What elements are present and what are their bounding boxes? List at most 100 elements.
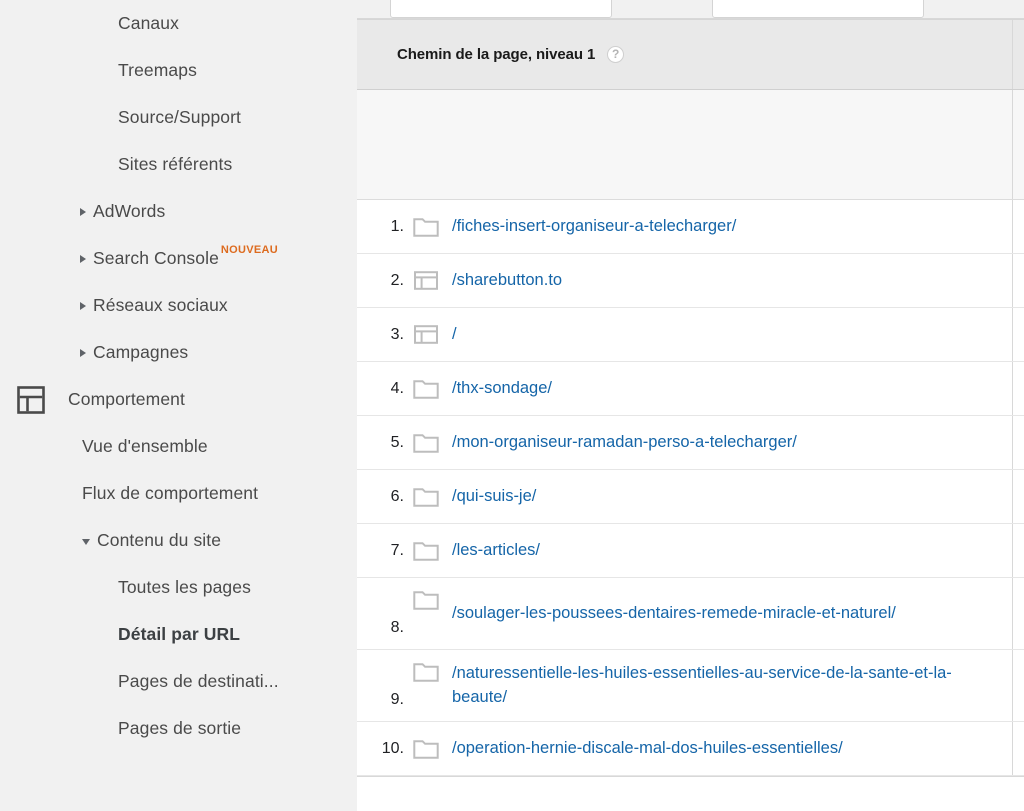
sidebar-item-label: Search Console (93, 248, 219, 268)
sidebar-item-label: Pages de sortie (118, 718, 242, 738)
column-divider (1012, 254, 1013, 307)
column-divider (1012, 524, 1013, 577)
row-index: 2. (390, 271, 404, 289)
page-path-link[interactable]: /sharebutton.to (452, 269, 570, 293)
page-icon (414, 271, 438, 290)
sidebar-item-comportement[interactable]: Comportement (0, 376, 357, 423)
row-index: 3. (390, 325, 404, 343)
sidebar-item-canaux[interactable]: Canaux (0, 0, 357, 47)
sidebar-item-label: Sites référents (118, 154, 233, 174)
filter-input-primary[interactable] (390, 0, 612, 18)
sidebar-item-label: Contenu du site (97, 530, 222, 550)
page-path-link[interactable]: /les-articles/ (452, 539, 548, 563)
table-row: 3. / (357, 308, 1024, 362)
row-index: 6. (390, 487, 404, 505)
page-path-link[interactable]: /soulager-les-poussees-dentaires-remede-… (452, 602, 904, 626)
table-bottom-border (357, 776, 1024, 777)
sidebar-item-label: Toutes les pages (118, 577, 251, 597)
sidebar-item-label: Réseaux sociaux (93, 295, 228, 315)
row-index: 1. (390, 217, 404, 235)
row-index: 8. (390, 619, 404, 636)
sidebar-item-sites-r-f-rents[interactable]: Sites référents (0, 141, 357, 188)
column-divider (1012, 362, 1013, 415)
filter-input-secondary[interactable] (712, 0, 924, 18)
folder-icon (413, 591, 439, 610)
sidebar-item-source-support[interactable]: Source/Support (0, 94, 357, 141)
folder-icon (413, 380, 439, 399)
data-table: Chemin de la page, niveau 1 ? 1. /fiches-… (357, 19, 1024, 777)
column-divider (1012, 650, 1013, 721)
row-index: 4. (390, 379, 404, 397)
left-navigation-sidebar: Canaux Treemaps Source/Support Sites référe… (0, 0, 357, 811)
caret-down-icon[interactable] (82, 538, 90, 545)
column-divider (1012, 200, 1013, 253)
caret-right-icon[interactable] (80, 348, 86, 357)
column-header-label: Chemin de la page, niveau 1 (397, 46, 596, 63)
sidebar-item-d-tail-par-url[interactable]: Détail par URL (0, 611, 357, 658)
caret-right-icon[interactable] (80, 254, 86, 263)
folder-icon (413, 663, 439, 682)
page-path-link[interactable]: /operation-hernie-discale-mal-dos-huiles… (452, 737, 851, 761)
column-divider (1012, 470, 1013, 523)
row-index: 9. (390, 691, 404, 708)
column-divider (1012, 20, 1013, 89)
sidebar-item-label: Comportement (68, 389, 185, 409)
column-divider (1012, 722, 1013, 775)
page-path-link[interactable]: /mon-organiseur-ramadan-perso-a-telechar… (452, 431, 805, 455)
table-summary-row (357, 90, 1024, 200)
sidebar-item-label: Canaux (118, 13, 179, 33)
sidebar-item-label: Pages de destinati... (118, 671, 279, 691)
table-row: 2. /sharebutton.to (357, 254, 1024, 308)
page-path-link[interactable]: /fiches-insert-organiseur-a-telecharger/ (452, 215, 744, 239)
folder-icon (413, 740, 439, 759)
column-divider (1012, 308, 1013, 361)
folder-icon (413, 488, 439, 507)
table-row: 1. /fiches-insert-organiseur-a-telecharge… (357, 200, 1024, 254)
table-row: 9. /naturessentielle-les-huiles-essentiel… (357, 650, 1024, 722)
column-divider (1012, 90, 1013, 199)
folder-icon (413, 542, 439, 561)
sidebar-item-label: Détail par URL (118, 624, 240, 644)
table-row: 4. /thx-sondage/ (357, 362, 1024, 416)
sidebar-item-pages-de-destinati[interactable]: Pages de destinati... (0, 658, 357, 705)
new-badge: NOUVEAU (220, 244, 279, 256)
table-column-header[interactable]: Chemin de la page, niveau 1 ? (357, 19, 1024, 90)
sidebar-item-toutes-les-pages[interactable]: Toutes les pages (0, 564, 357, 611)
sidebar-item-flux-de-comportement[interactable]: Flux de comportement (0, 470, 357, 517)
sidebar-item-adwords[interactable]: AdWords (0, 188, 357, 235)
sidebar-item-label: AdWords (93, 201, 166, 221)
behavior-icon (17, 385, 45, 414)
sidebar-item-vue-d-ensemble[interactable]: Vue d'ensemble (0, 423, 357, 470)
analytics-report-page: Canaux Treemaps Source/Support Sites référe… (0, 0, 1024, 811)
table-row: 6. /qui-suis-je/ (357, 470, 1024, 524)
caret-right-icon[interactable] (80, 301, 86, 310)
page-path-link[interactable]: /qui-suis-je/ (452, 485, 544, 509)
sidebar-item-r-seaux-sociaux[interactable]: Réseaux sociaux (0, 282, 357, 329)
table-row-list: 1. /fiches-insert-organiseur-a-telecharge… (357, 200, 1024, 776)
row-index: 10. (381, 739, 404, 757)
sidebar-item-campagnes[interactable]: Campagnes (0, 329, 357, 376)
sidebar-item-pages-de-sortie[interactable]: Pages de sortie (0, 705, 357, 752)
folder-icon (413, 434, 439, 453)
page-path-link[interactable]: / (452, 323, 465, 347)
sidebar-item-label: Vue d'ensemble (82, 436, 208, 456)
sidebar-item-search-console[interactable]: Search Console NOUVEAU (0, 235, 357, 282)
column-divider (1012, 416, 1013, 469)
page-path-link[interactable]: /thx-sondage/ (452, 377, 560, 401)
page-icon (414, 325, 438, 344)
sidebar-item-contenu-du-site[interactable]: Contenu du site (0, 517, 357, 564)
sidebar-item-treemaps[interactable]: Treemaps (0, 47, 357, 94)
table-row: 8. /soulager-les-poussees-dentaires-remed… (357, 578, 1024, 650)
table-row: 7. /les-articles/ (357, 524, 1024, 578)
sidebar-item-label: Source/Support (118, 107, 242, 127)
sidebar-item-label: Campagnes (93, 342, 189, 362)
caret-right-icon[interactable] (80, 207, 86, 216)
report-main-area: Chemin de la page, niveau 1 ? 1. /fiches-… (357, 0, 1024, 811)
page-path-link[interactable]: /naturessentielle-les-huiles-essentielle… (452, 662, 1010, 710)
column-divider (1012, 578, 1013, 649)
help-icon[interactable]: ? (607, 46, 625, 63)
folder-icon (413, 218, 439, 237)
row-index: 5. (390, 433, 404, 451)
row-index: 7. (390, 541, 404, 559)
table-row: 10. /operation-hernie-discale-mal-dos-hui… (357, 722, 1024, 776)
